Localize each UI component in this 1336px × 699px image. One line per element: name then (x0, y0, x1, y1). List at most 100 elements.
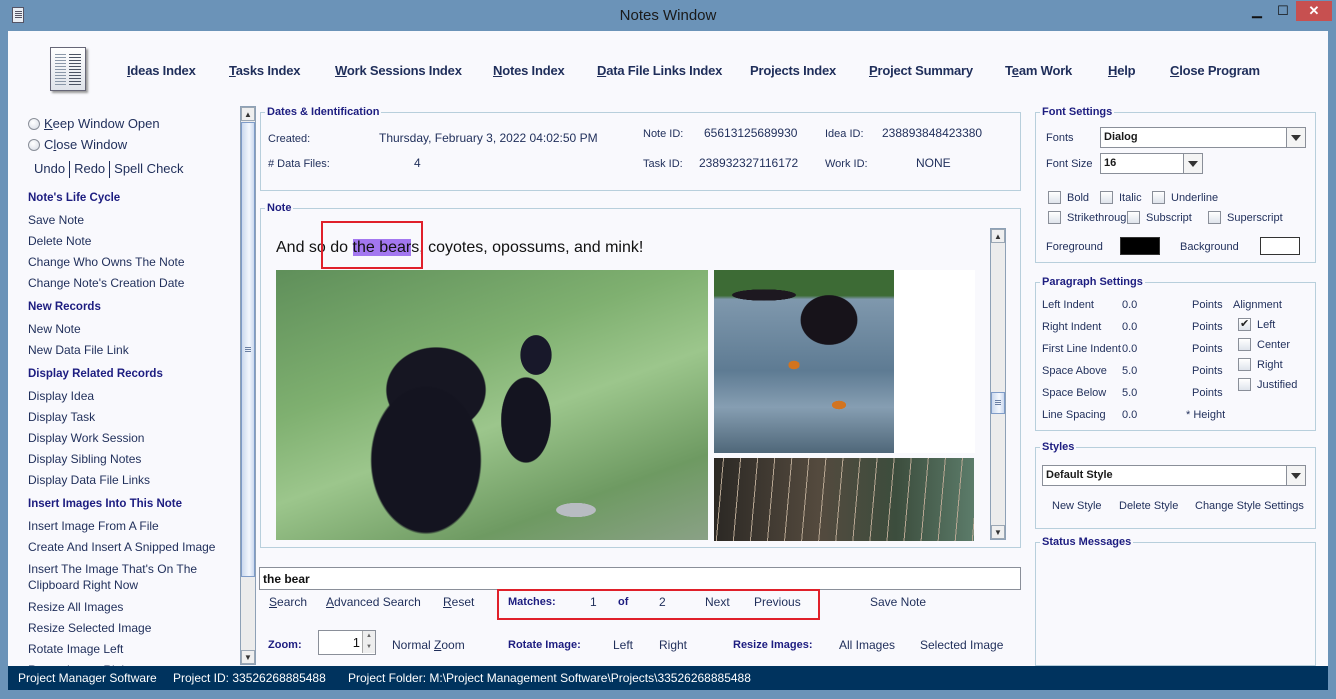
save-note-button[interactable]: Save Note (870, 595, 926, 609)
paragraph-setting-value[interactable]: 0.0 (1122, 343, 1137, 355)
nav-link[interactable]: Project Summary (869, 63, 973, 78)
paragraph-setting-value[interactable]: 0.0 (1122, 321, 1137, 333)
sidebar-item[interactable]: Display Task (28, 409, 95, 426)
delete-style-button[interactable]: Delete Style (1119, 500, 1178, 512)
background-color-swatch[interactable] (1260, 237, 1300, 255)
note-scrollbar[interactable]: ▲ ▼ (990, 228, 1006, 540)
font-style-checkbox[interactable]: Italic (1100, 191, 1142, 204)
new-style-button[interactable]: New Style (1052, 500, 1102, 512)
foreground-color-swatch[interactable] (1120, 237, 1160, 255)
scroll-thumb[interactable] (241, 122, 255, 577)
search-button[interactable]: Search (269, 595, 307, 609)
font-style-checkbox[interactable]: Strikethrough (1048, 211, 1132, 224)
paragraph-setting-value[interactable]: 0.0 (1122, 299, 1137, 311)
close-button[interactable]: ✕ (1296, 1, 1332, 21)
sidebar-item[interactable]: Create And Insert A Snipped Image (28, 539, 215, 556)
search-input[interactable] (259, 567, 1021, 590)
spin-up-icon[interactable]: ▲ (362, 631, 375, 642)
nav-link[interactable]: Team Work (1005, 63, 1072, 78)
alignment-checkbox[interactable]: Justified (1238, 378, 1297, 391)
spin-down-icon[interactable]: ▼ (362, 642, 375, 653)
sidebar-item[interactable]: Insert The Image That's On The (28, 561, 197, 578)
sidebar-item[interactable]: Change Who Owns The Note (28, 254, 185, 271)
sidebar-item[interactable]: Change Note's Creation Date (28, 275, 184, 292)
style-select[interactable]: Default Style (1042, 465, 1306, 486)
sidebar-item[interactable]: Display Sibling Notes (28, 451, 141, 468)
fonts-label: Fonts (1046, 132, 1074, 144)
sidebar-item[interactable]: Display Work Session (28, 430, 144, 447)
spell-check-button[interactable]: Spell Check (110, 161, 187, 178)
note-editor[interactable]: And so do the bears, coyotes, opossums, … (270, 223, 988, 541)
match-current: 1 (590, 595, 597, 609)
font-style-checkbox[interactable]: Superscript (1208, 211, 1283, 224)
mink-photo[interactable] (714, 270, 894, 453)
chevron-down-icon[interactable] (1286, 128, 1305, 147)
scroll-up-arrow-icon[interactable]: ▲ (991, 229, 1005, 243)
nav-link[interactable]: Close Program (1170, 63, 1260, 78)
sidebar-item[interactable]: New Data File Link (28, 342, 129, 359)
maximize-button[interactable]: ☐ (1270, 1, 1296, 21)
close-window-radio[interactable]: Close Window (28, 137, 127, 152)
nav-link[interactable]: Work Sessions Index (335, 63, 462, 78)
sidebar-item[interactable]: Insert Image From A File (28, 518, 159, 535)
normal-zoom-button[interactable]: Normal Zoom (392, 638, 465, 652)
keep-window-open-radio[interactable]: Keep Window Open (28, 116, 160, 131)
resize-selected-image-button[interactable]: Selected Image (920, 638, 1003, 652)
sidebar-item[interactable]: Delete Note (28, 233, 91, 250)
sidebar-item[interactable]: Clipboard Right Now (28, 577, 138, 594)
sidebar-item[interactable]: Resize Selected Image (28, 620, 151, 637)
advanced-search-button[interactable]: Advanced Search (326, 595, 421, 609)
paragraph-setting-value[interactable]: 5.0 (1122, 387, 1137, 399)
redo-button[interactable]: Redo (70, 161, 109, 178)
font-size-select[interactable]: 16 (1100, 153, 1203, 174)
scroll-down-arrow-icon[interactable]: ▼ (991, 525, 1005, 539)
rotate-right-button[interactable]: Right (659, 638, 687, 652)
sidebar-item[interactable]: Display Idea (28, 388, 94, 405)
bear-photo[interactable] (276, 270, 708, 540)
zoom-input[interactable] (319, 631, 363, 654)
font-style-checkbox[interactable]: Subscript (1127, 211, 1192, 224)
sidebar-item[interactable]: Save Note (28, 212, 84, 229)
brush-photo[interactable] (714, 458, 974, 541)
nav-link[interactable]: Tasks Index (229, 63, 300, 78)
nav-link[interactable]: Ideas Index (127, 63, 196, 78)
paragraph-setting-unit: * Height (1186, 409, 1226, 421)
rotate-left-button[interactable]: Left (613, 638, 633, 652)
alignment-checkbox[interactable]: Left (1238, 317, 1275, 331)
font-style-checkbox[interactable]: Underline (1152, 191, 1218, 204)
minimize-button[interactable]: ▁ (1244, 1, 1270, 21)
resize-all-images-button[interactable]: All Images (839, 638, 895, 652)
scroll-up-arrow-icon[interactable]: ▲ (241, 107, 255, 121)
alignment-checkbox[interactable]: Center (1238, 338, 1290, 351)
font-style-checkbox[interactable]: Bold (1048, 191, 1089, 204)
nav-link[interactable]: Data File Links Index (597, 63, 722, 78)
font-family-select[interactable]: Dialog (1100, 127, 1306, 148)
chevron-down-icon[interactable] (1183, 154, 1202, 173)
reset-button[interactable]: Reset (443, 595, 474, 609)
next-match-button[interactable]: Next (705, 595, 730, 609)
sidebar-item[interactable]: New Note (28, 321, 81, 338)
nav-link[interactable]: Help (1108, 63, 1136, 78)
undo-button[interactable]: Undo (30, 161, 69, 178)
checkbox-icon (1238, 338, 1251, 351)
zoom-spinner[interactable]: ▲ ▼ (318, 630, 376, 655)
sidebar-item[interactable]: Rotate Image Left (28, 641, 123, 658)
font-size-value: 16 (1104, 157, 1117, 169)
dates-identification-panel: Dates & Identification (260, 106, 1021, 191)
nav-link[interactable]: Notes Index (493, 63, 565, 78)
chevron-down-icon[interactable] (1286, 466, 1305, 485)
alignment-checkbox[interactable]: Right (1238, 358, 1283, 371)
change-style-settings-button[interactable]: Change Style Settings (1195, 500, 1304, 512)
nav-link[interactable]: Projects Index (750, 63, 836, 78)
paragraph-setting-value[interactable]: 5.0 (1122, 365, 1137, 377)
checkbox-label: Subscript (1146, 211, 1192, 224)
sidebar-scrollbar[interactable]: ▲ ▼ (240, 106, 256, 665)
title-bar: Notes Window ▁ ☐ ✕ (0, 0, 1336, 31)
paragraph-setting-value[interactable]: 0.0 (1122, 409, 1137, 421)
scroll-down-arrow-icon[interactable]: ▼ (241, 650, 255, 664)
previous-match-button[interactable]: Previous (754, 595, 801, 609)
resize-images-label: Resize Images: (733, 639, 813, 651)
sidebar-item[interactable]: Resize All Images (28, 599, 123, 616)
scroll-thumb[interactable] (991, 392, 1005, 414)
sidebar-item[interactable]: Display Data File Links (28, 472, 150, 489)
